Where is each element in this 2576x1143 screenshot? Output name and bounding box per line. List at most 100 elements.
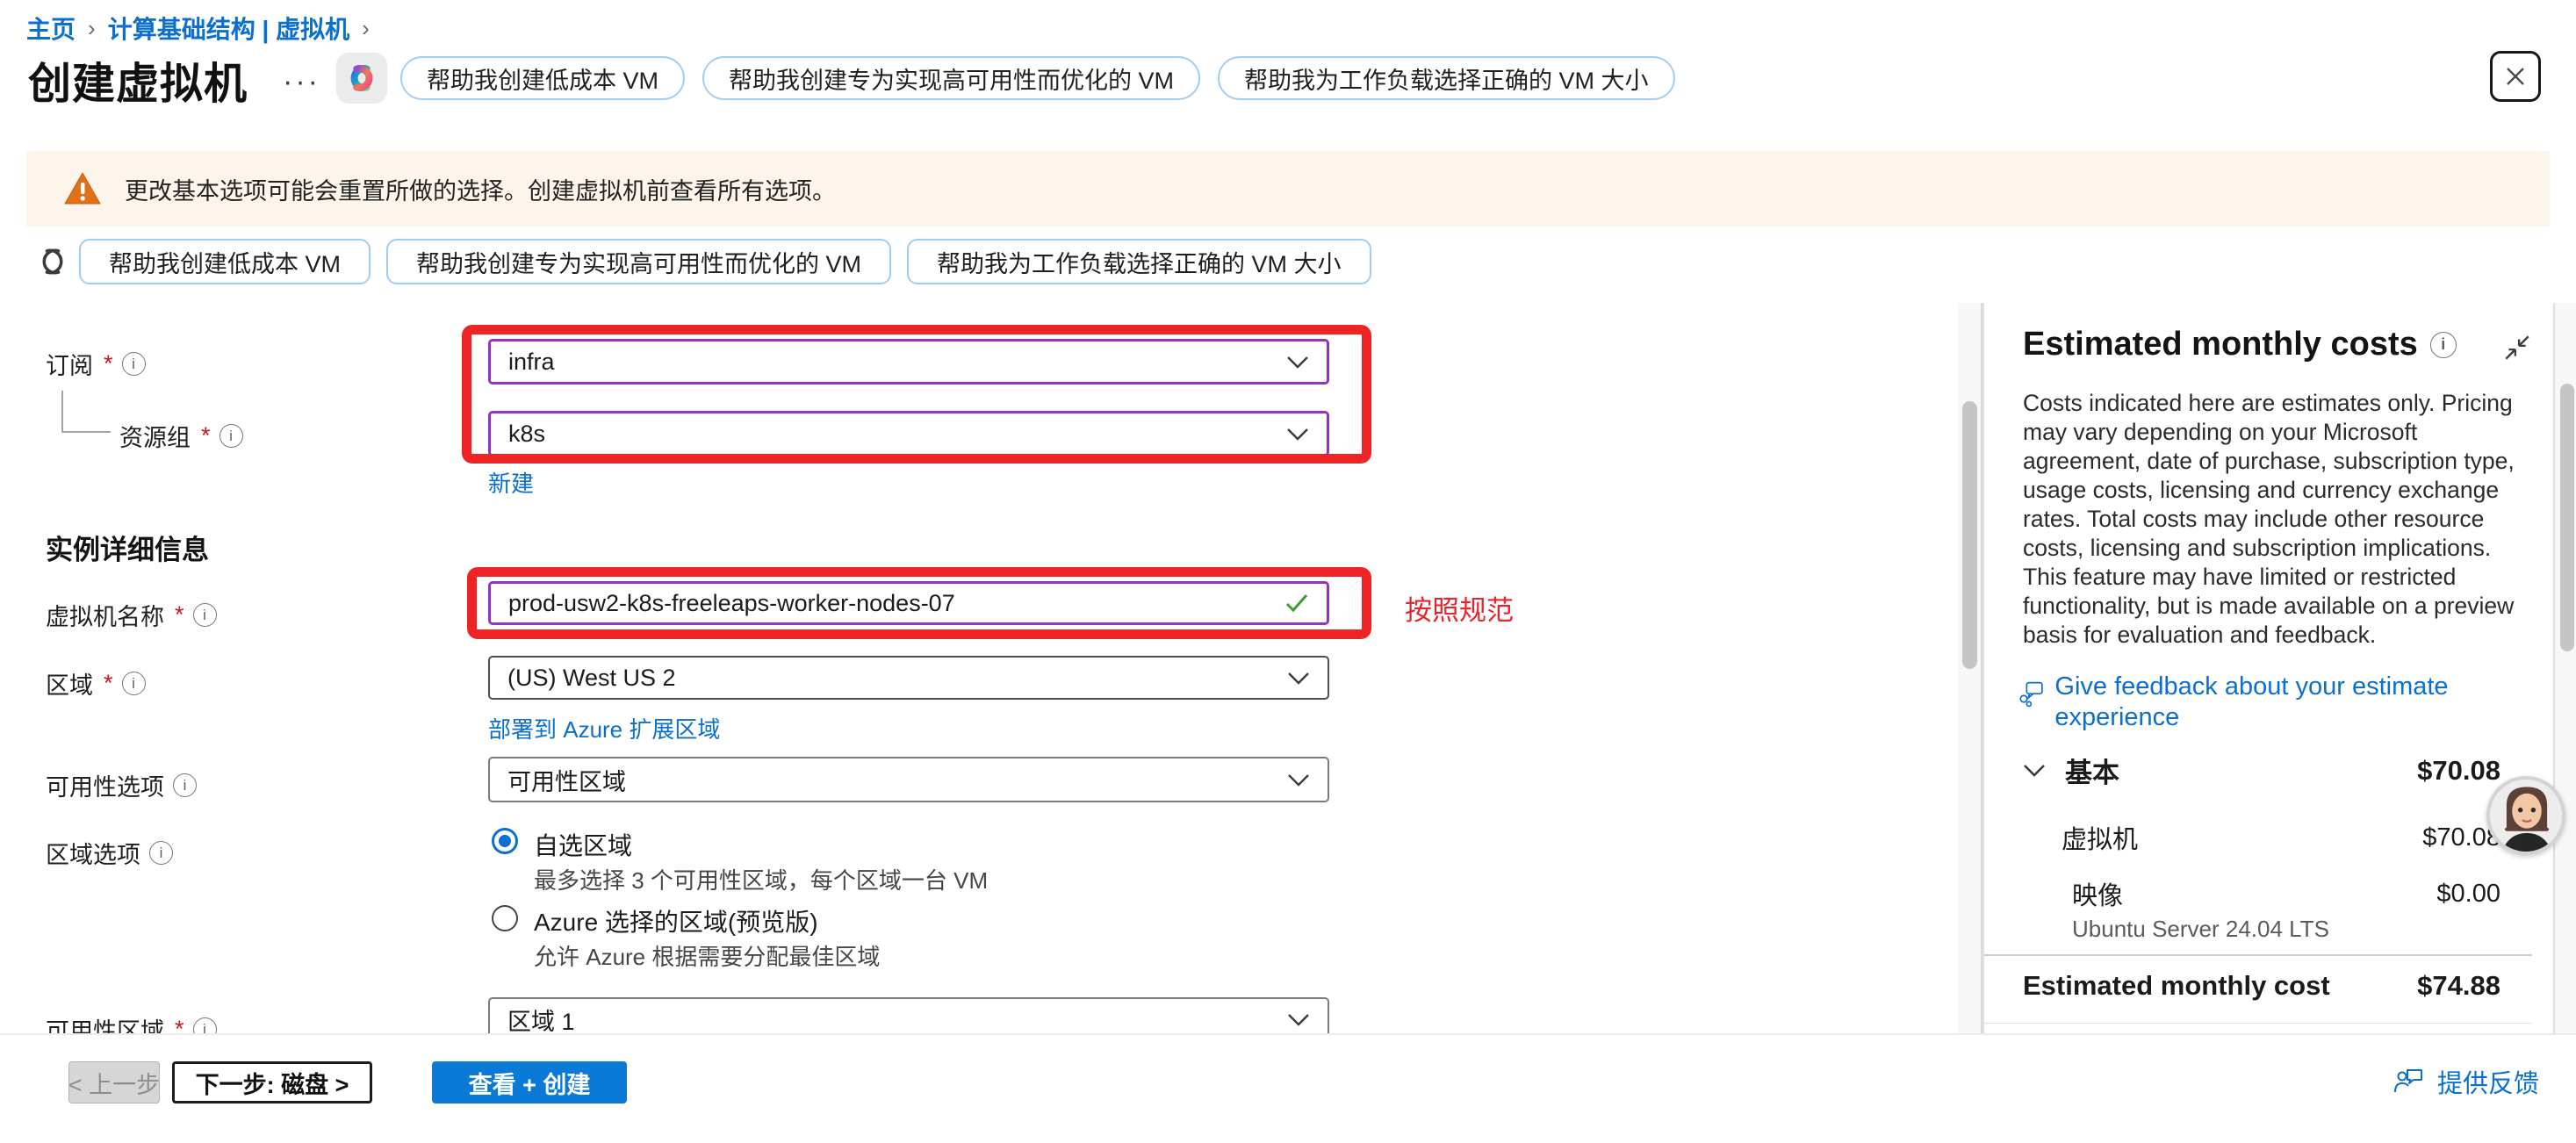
suggest-vm-size-button[interactable]: 帮助我为工作负载选择正确的 VM 大小 bbox=[1218, 56, 1675, 100]
azure-selected-zones-desc: 允许 Azure 根据需要分配最佳区域 bbox=[534, 939, 880, 972]
form-scrollbar-thumb[interactable] bbox=[1962, 401, 1977, 669]
cost-group-amount: $70.08 bbox=[2417, 755, 2500, 787]
chevron-down-icon bbox=[2023, 764, 2046, 778]
copilot-button[interactable] bbox=[336, 53, 387, 104]
warning-text: 更改基本选项可能会重置所做的选择。创建虚拟机前查看所有选项。 bbox=[125, 172, 836, 206]
cost-total-amount: $74.88 bbox=[2417, 970, 2500, 1002]
costs-panel-title: Estimated monthly costs i bbox=[2023, 326, 2457, 363]
more-options-ellipsis[interactable]: ··· bbox=[283, 65, 320, 99]
estimate-feedback-link[interactable]: Give feedback about your estimate experi… bbox=[2019, 672, 2493, 733]
suggest-vm-size-button[interactable]: 帮助我为工作负载选择正确的 VM 大小 bbox=[907, 239, 1371, 284]
info-icon[interactable]: i bbox=[193, 1017, 217, 1033]
cost-total-label: Estimated monthly cost bbox=[2023, 970, 2330, 1002]
chevron-down-icon bbox=[1286, 428, 1309, 441]
deploy-edge-zone-link[interactable]: 部署到 Azure 扩展区域 bbox=[488, 712, 720, 744]
warning-banner: 更改基本选项可能会重置所做的选择。创建虚拟机前查看所有选项。 bbox=[26, 151, 2550, 226]
cost-group-row[interactable]: 基本 $70.08 bbox=[2023, 751, 2500, 790]
footer-bar: < 上一步 下一步: 磁盘 > 查看 + 创建 提供反馈 bbox=[0, 1033, 2576, 1143]
vm-name-label: 虚拟机名称* i bbox=[46, 598, 217, 632]
subscription-label: 订阅* i bbox=[46, 347, 146, 381]
azure-selected-zones-option[interactable]: Azure 选择的区域(预览版) bbox=[534, 903, 818, 938]
costs-disclaimer: Costs indicated here are estimates only.… bbox=[2023, 389, 2520, 650]
zone-options-label: 区域选项 i bbox=[46, 836, 173, 870]
collapse-panel-icon[interactable] bbox=[2502, 333, 2532, 363]
required-marker: * bbox=[175, 1016, 184, 1033]
cost-item-sub: Ubuntu Server 24.04 LTS bbox=[2072, 916, 2329, 943]
cost-total-row: Estimated monthly cost $74.88 bbox=[2023, 970, 2500, 1002]
close-icon bbox=[2502, 63, 2529, 90]
info-icon[interactable]: i bbox=[2430, 332, 2457, 358]
availability-options-dropdown[interactable]: 可用性区域 bbox=[488, 757, 1329, 802]
chevron-down-icon bbox=[1287, 773, 1310, 787]
info-icon[interactable]: i bbox=[122, 352, 146, 376]
estimated-costs-panel: Estimated monthly costs i Costs indicate… bbox=[1982, 303, 2553, 1033]
info-icon[interactable]: i bbox=[122, 672, 146, 695]
suggest-high-availability-vm-button[interactable]: 帮助我创建专为实现高可用性而优化的 VM bbox=[702, 56, 1200, 100]
info-icon[interactable]: i bbox=[173, 773, 197, 797]
required-marker: * bbox=[175, 601, 184, 629]
panel-scrollbar-thumb[interactable] bbox=[2560, 384, 2574, 651]
region-dropdown[interactable]: (US) West US 2 bbox=[488, 656, 1329, 700]
annotation-text: 按照规范 bbox=[1405, 588, 1514, 628]
warning-icon bbox=[63, 171, 102, 206]
suggest-high-availability-vm-button[interactable]: 帮助我创建专为实现高可用性而优化的 VM bbox=[386, 239, 891, 284]
availability-zone-label: 可用性区域* i bbox=[46, 1012, 217, 1033]
tree-connector-vertical bbox=[61, 391, 63, 431]
instance-details-heading: 实例详细信息 bbox=[46, 528, 209, 567]
self-select-zones-option[interactable]: 自选区域 bbox=[534, 827, 632, 862]
breadcrumb-separator: › bbox=[362, 15, 370, 42]
subscription-dropdown[interactable]: infra bbox=[488, 339, 1329, 385]
chevron-down-icon bbox=[1287, 672, 1310, 685]
previous-step-button[interactable]: < 上一步 bbox=[68, 1061, 160, 1103]
self-select-zones-desc: 最多选择 3 个可用性区域，每个区域一台 VM bbox=[534, 863, 988, 895]
feedback-person-icon bbox=[2393, 1068, 2425, 1096]
info-icon[interactable]: i bbox=[149, 841, 173, 865]
basics-form: 订阅* i infra 资源组* i k8s 新建 实例详细信息 虚拟机名称* … bbox=[0, 303, 1960, 1033]
breadcrumb-section[interactable]: 计算基础结构 | 虚拟机 bbox=[108, 11, 349, 46]
page-title: 创建虚拟机 bbox=[28, 49, 248, 111]
divider bbox=[1984, 1023, 2532, 1024]
azure-selected-zones-radio[interactable] bbox=[492, 905, 518, 931]
suggest-low-cost-vm-button[interactable]: 帮助我创建低成本 VM bbox=[400, 56, 685, 100]
resource-group-dropdown[interactable]: k8s bbox=[488, 411, 1329, 456]
cost-item-row: 映像 $0.00 bbox=[2072, 875, 2500, 912]
tree-connector-horizontal bbox=[61, 431, 111, 433]
required-marker: * bbox=[104, 670, 113, 697]
info-icon[interactable]: i bbox=[219, 424, 243, 448]
availability-zone-dropdown[interactable]: 区域 1 bbox=[488, 997, 1329, 1033]
region-label: 区域* i bbox=[46, 666, 146, 701]
copilot-icon bbox=[345, 61, 378, 95]
next-step-disks-button[interactable]: 下一步: 磁盘 > bbox=[172, 1061, 372, 1103]
availability-options-label: 可用性选项 i bbox=[46, 768, 197, 802]
self-select-zones-radio[interactable] bbox=[492, 828, 518, 854]
provide-feedback-link[interactable]: 提供反馈 bbox=[2393, 1063, 2539, 1100]
cost-item-name: 映像 bbox=[2072, 875, 2123, 912]
avatar[interactable] bbox=[2486, 776, 2565, 855]
vm-name-input[interactable]: prod-usw2-k8s-freeleaps-worker-nodes-07 bbox=[488, 581, 1329, 625]
cost-item-name: 虚拟机 bbox=[2062, 819, 2138, 856]
close-button[interactable] bbox=[2490, 51, 2541, 102]
required-marker: * bbox=[104, 350, 113, 377]
chevron-down-icon bbox=[1286, 356, 1309, 369]
cost-item-row: 虚拟机 $70.08 bbox=[2062, 819, 2500, 856]
header-suggestion-buttons: 帮助我创建低成本 VM 帮助我创建专为实现高可用性而优化的 VM 帮助我为工作负… bbox=[400, 56, 1675, 100]
form-scrollbar-track[interactable] bbox=[1958, 303, 1982, 1033]
panel-scrollbar-track[interactable] bbox=[2553, 303, 2576, 1033]
info-icon[interactable]: i bbox=[193, 603, 217, 627]
cost-group-name: 基本 bbox=[2065, 751, 2119, 790]
breadcrumb: 主页 › 计算基础结构 | 虚拟机 › bbox=[26, 11, 370, 46]
required-marker: * bbox=[201, 422, 211, 449]
create-new-resource-group-link[interactable]: 新建 bbox=[488, 466, 534, 499]
divider bbox=[1984, 954, 2532, 956]
suggest-low-cost-vm-button[interactable]: 帮助我创建低成本 VM bbox=[79, 239, 371, 284]
feedback-bubbles-icon bbox=[2019, 679, 2044, 710]
valid-check-icon bbox=[1284, 593, 1309, 614]
copilot-suggestion-buttons: 帮助我创建低成本 VM 帮助我创建专为实现高可用性而优化的 VM 帮助我为工作负… bbox=[79, 239, 1371, 284]
copilot-outline-icon bbox=[33, 242, 72, 285]
cost-item-amount: $0.00 bbox=[2436, 880, 2500, 909]
review-create-button[interactable]: 查看 + 创建 bbox=[432, 1061, 627, 1103]
chevron-down-icon bbox=[1287, 1013, 1310, 1026]
breadcrumb-home[interactable]: 主页 bbox=[26, 11, 76, 46]
breadcrumb-separator: › bbox=[88, 15, 96, 42]
resource-group-label: 资源组* i bbox=[119, 419, 243, 453]
